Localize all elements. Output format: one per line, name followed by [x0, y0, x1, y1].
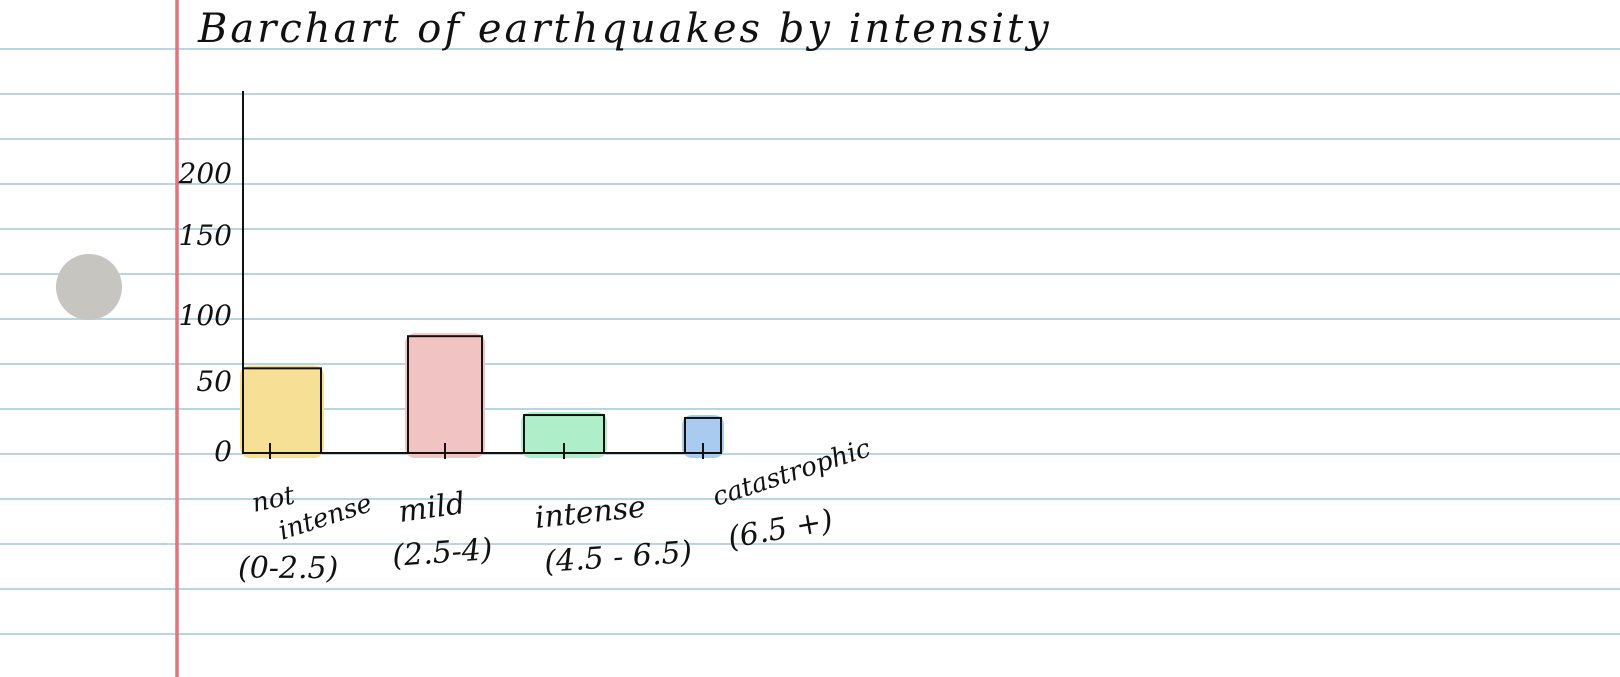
x-category-label-line: (6.5 +) [725, 503, 835, 556]
x-category-label-line: (2.5-4) [391, 532, 494, 574]
y-tick-label: 50 [196, 365, 232, 398]
bar [521, 412, 607, 459]
x-category-label: intense(4.5 - 6.5) [533, 490, 693, 580]
y-tick-label: 200 [178, 157, 232, 190]
x-category-label-line: (4.5 - 6.5) [543, 535, 693, 580]
bar [240, 365, 324, 459]
bar [405, 333, 485, 459]
x-category-label-line: mild [396, 486, 467, 530]
x-category-label: notintense(0-2.5) [238, 480, 376, 586]
bar-chart: 0 50 100 150 200 notintense(0-2.5) mild(2.5-4… [178, 91, 875, 586]
notebook-paper: 0 50 100 150 200 notintense(0-2.5) mild(2.5-4… [0, 0, 1620, 677]
chart-title: Barchart of earthquakes by intensity [198, 6, 1052, 52]
bars [240, 333, 724, 459]
x-category-label-line: catastrophic [709, 433, 875, 512]
x-category-label-line: (0-2.5) [238, 551, 338, 586]
x-category-label-line: intense [533, 490, 647, 536]
x-category-label: catastrophic(6.5 +) [709, 433, 875, 556]
y-tick-label: 100 [179, 299, 232, 332]
y-tick-labels: 0 50 100 150 200 [178, 157, 232, 468]
y-tick-label: 0 [214, 435, 232, 468]
punch-hole-icon [56, 254, 122, 320]
y-tick-label: 150 [179, 219, 232, 252]
bar-fill [405, 333, 485, 458]
bar-fill [240, 365, 324, 458]
